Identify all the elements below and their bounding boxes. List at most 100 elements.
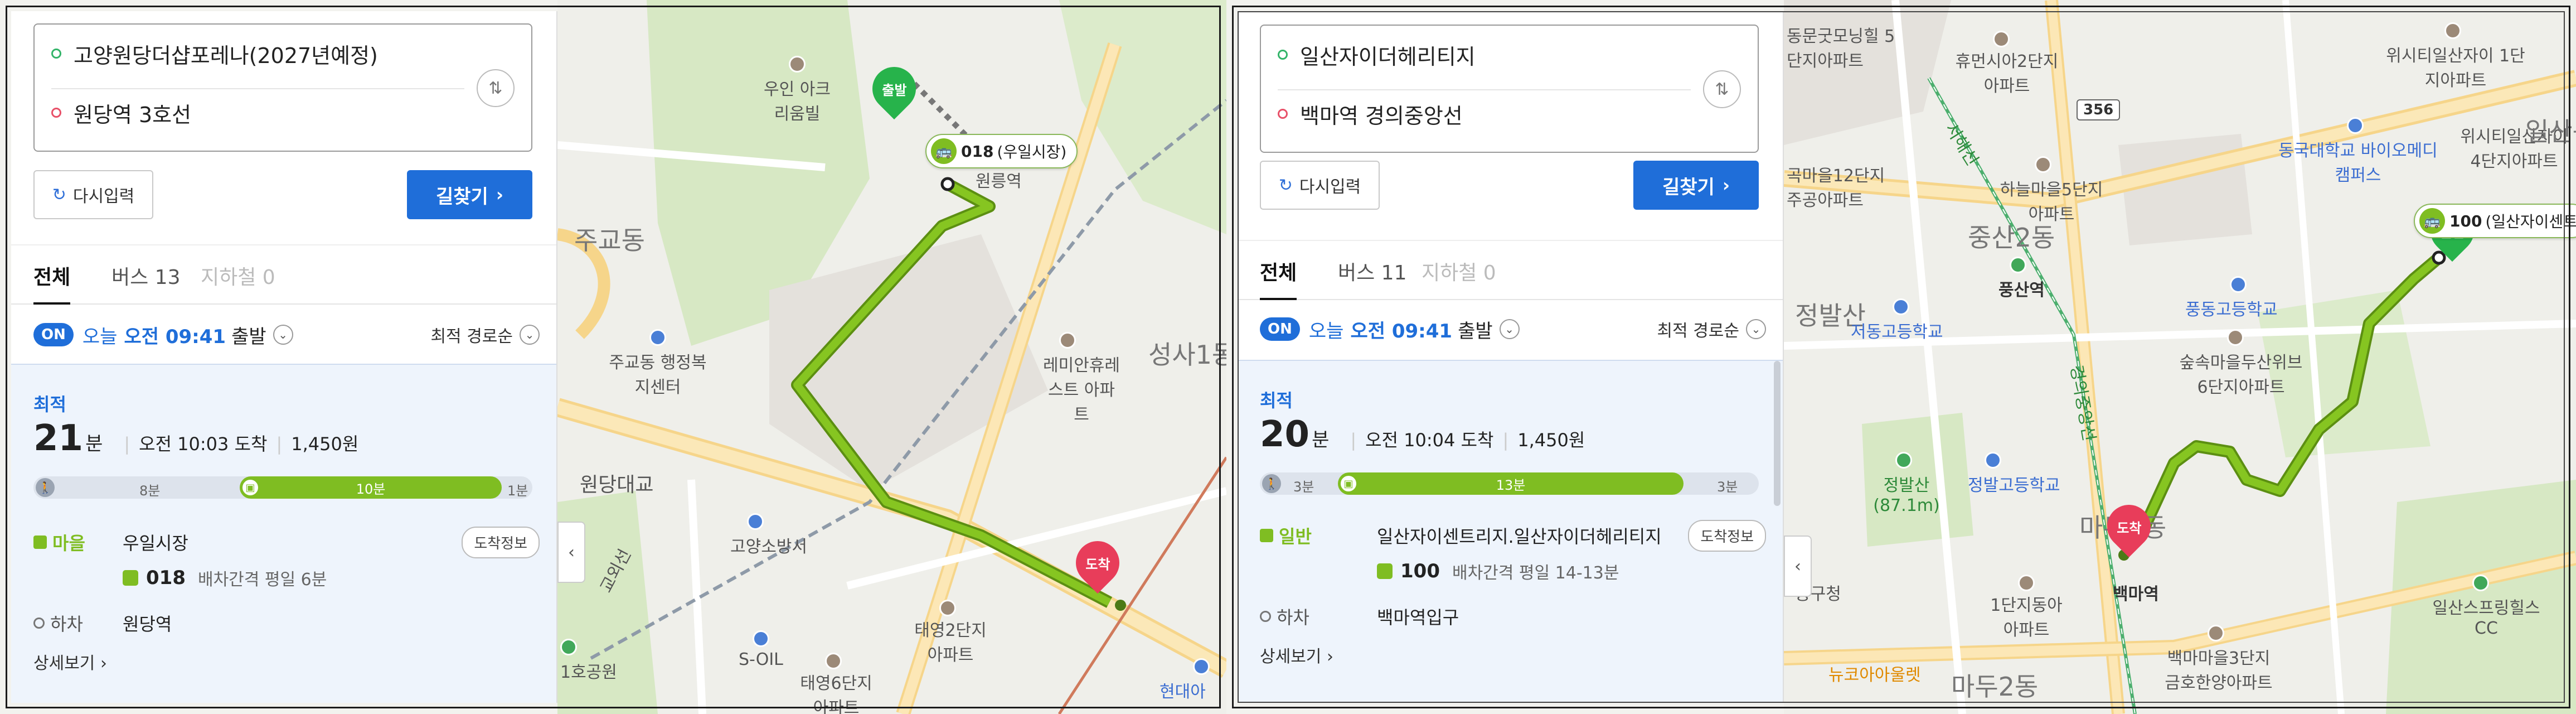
apartment-icon [1993, 31, 2010, 47]
best-tag: 최적 [33, 394, 66, 415]
apartment-icon [2035, 156, 2051, 173]
golf-icon [2472, 575, 2489, 591]
walk-icon: 🚶 [36, 478, 55, 497]
alight-row: 하차 백마역입구 [1260, 604, 1766, 629]
sort-label: 최적 경로순 [430, 327, 513, 346]
route-number-sign: 356 [2077, 99, 2121, 120]
chevron-right-icon: › [496, 184, 504, 205]
chevron-down-icon: ⌄ [1746, 319, 1766, 339]
map-label: 동국대학교 바이오메디캠퍼스 [2278, 141, 2438, 185]
map-label: 고양소방서 [730, 537, 807, 557]
bus-stop-tag[interactable]: 🚌 018 (우일시장) [925, 134, 1078, 168]
bus-icon [33, 536, 47, 549]
best-tag: 최적 [1260, 390, 1293, 411]
bus-interval: 배차간격 평일 14-13분 [1452, 563, 1619, 583]
panel-collapse-button[interactable]: ‹ [1784, 536, 1812, 597]
walk-icon: 🚶 [1262, 474, 1281, 493]
reset-button[interactable]: ↻ 다시입력 [1260, 161, 1380, 210]
school-icon [1893, 298, 1909, 315]
sort-select[interactable]: 최적 경로순 ⌄ [430, 307, 540, 363]
tab-all[interactable]: 전체 [33, 261, 71, 305]
alight-type: 하차 [1260, 604, 1349, 629]
alight-row: 하차 원당역 [33, 610, 540, 636]
scrollbar[interactable] [1774, 361, 1781, 506]
find-route-button[interactable]: 길찾기 › [1633, 161, 1759, 210]
destination-dot-icon [1278, 109, 1288, 119]
chevron-down-icon[interactable]: ⌄ [273, 325, 293, 345]
bus-line[interactable]: 100 배차간격 평일 14-13분 [1377, 559, 1619, 583]
alight-circle-icon [33, 617, 45, 629]
screenshot-right: 동문굿모닝힐 5단지아파트 휴먼시아2단지 아파트 356 위시티일산자이 1단… [1226, 0, 2576, 714]
apartment-icon [2444, 22, 2461, 39]
bus-line[interactable]: 018 배차간격 평일 6분 [123, 566, 327, 590]
route-panel: 일산자이더헤리티지 백마역 경의중앙선 ⇅ ↻ 다시입력 길찾기 › 전체 버스 1… [1238, 11, 1784, 703]
map-label: 저동고등학교 [1851, 322, 1943, 342]
map-label: 풍동고등학교 [2185, 300, 2278, 320]
map-view[interactable]: 주교동 우인 아크리움빌 원릉역 주교동 행정복지센터 원당대교 고양소방서 레… [557, 0, 1226, 714]
departure-time[interactable]: 오전 09:41 [124, 321, 226, 349]
bus-stop-tag[interactable]: 🚌 100 (일산자이센트 [2414, 204, 2576, 238]
fire-station-icon [747, 513, 764, 530]
origin-dot-icon [1278, 50, 1288, 60]
departure-time[interactable]: 오전 09:41 [1350, 316, 1452, 343]
origin-dot-icon [51, 49, 61, 59]
alight-stop: 백마역입구 [1377, 607, 1459, 628]
map-label: 마두2동 [1951, 672, 2039, 702]
route-timeline: 🚶 8분 ▣ 10분 1분 [33, 476, 532, 499]
bus-segment: ▣ 10분 [240, 476, 502, 499]
bus-icon: 🚌 [2419, 208, 2445, 234]
screenshot-left: 주교동 우인 아크리움빌 원릉역 주교동 행정복지센터 원당대교 고양소방서 레… [0, 0, 1226, 714]
chevron-down-icon[interactable]: ⌄ [1499, 319, 1520, 339]
bus-icon: ▣ [241, 478, 260, 497]
apartment-icon [2018, 575, 2035, 591]
arrival-info-button[interactable]: 도착정보 [1688, 519, 1766, 552]
details-link[interactable]: 상세보기 › [1260, 643, 1333, 667]
mountain-icon [1895, 452, 1912, 469]
bus-number: 018 [961, 142, 994, 161]
destination-field[interactable]: 백마역 경의중앙선 [1278, 97, 1463, 131]
reset-button[interactable]: ↻ 다시입력 [33, 170, 153, 219]
tab-subway[interactable]: 지하철 0 [201, 261, 275, 302]
alight-label: 하차 [50, 614, 83, 635]
route-result-card[interactable]: 최적 21 분 | 오전 10:03 도착 | 1,450원 🚶 8분 ▣ 10… [11, 364, 556, 703]
tab-bus[interactable]: 버스 13 [111, 261, 181, 302]
mode-tabs: 전체 버스 13 지하철 0 [11, 244, 556, 305]
park-icon [560, 639, 577, 655]
university-icon [2347, 117, 2364, 134]
find-route-button[interactable]: 길찾기 › [407, 170, 532, 219]
divider [51, 88, 464, 89]
origin-field[interactable]: 고양원당더샵포레나(2027년예정) [51, 37, 378, 70]
on-badge[interactable]: ON [33, 323, 74, 346]
separator: | [1350, 430, 1357, 451]
stop-name: (우일시장) [997, 143, 1067, 161]
apartment-icon [939, 600, 956, 616]
tab-subway[interactable]: 지하철 0 [1422, 257, 1496, 298]
map-label: 백마마을3단지 금호한양아파트 [2165, 649, 2273, 693]
on-badge[interactable]: ON [1260, 317, 1300, 341]
map-view[interactable]: 동문굿모닝힐 5단지아파트 휴먼시아2단지 아파트 356 위시티일산자이 1단… [1784, 0, 2576, 714]
swap-button[interactable]: ⇅ [1703, 70, 1741, 108]
chevron-left-icon: ‹ [568, 542, 575, 562]
tab-all[interactable]: 전체 [1260, 257, 1297, 300]
destination-field[interactable]: 원당역 3호선 [51, 96, 191, 129]
bus-interval: 배차간격 평일 6분 [197, 570, 327, 590]
chevron-down-icon: ⌄ [520, 325, 540, 345]
map-label: S-OIL [739, 650, 783, 669]
bus-type: 일반 [1260, 523, 1349, 548]
map-label: 성사1동 [1148, 340, 1226, 370]
end-pin-label: 도착 [2117, 520, 2142, 536]
reset-label: 다시입력 [1299, 177, 1361, 197]
tab-bus[interactable]: 버스 11 [1338, 257, 1407, 298]
route-result-card[interactable]: 최적 20 분 | 오전 10:04 도착 | 1,450원 🚶 3분 ▣ 13… [1238, 360, 1783, 703]
panel-collapse-button[interactable]: ‹ [557, 522, 585, 583]
swap-button[interactable]: ⇅ [477, 69, 515, 107]
arrival-info-button[interactable]: 도착정보 [462, 526, 540, 558]
map-label: 태영2단지 아파트 [914, 621, 987, 665]
sort-select[interactable]: 최적 경로순 ⌄ [1657, 301, 1766, 357]
map-label: 원릉역 [976, 172, 1022, 191]
bus-icon [123, 570, 138, 586]
separator: | [276, 433, 283, 455]
details-link[interactable]: 상세보기 › [33, 649, 107, 674]
stop-name: (일산자이센트 [2485, 213, 2576, 231]
origin-field[interactable]: 일산자이더헤리티지 [1278, 38, 1476, 71]
